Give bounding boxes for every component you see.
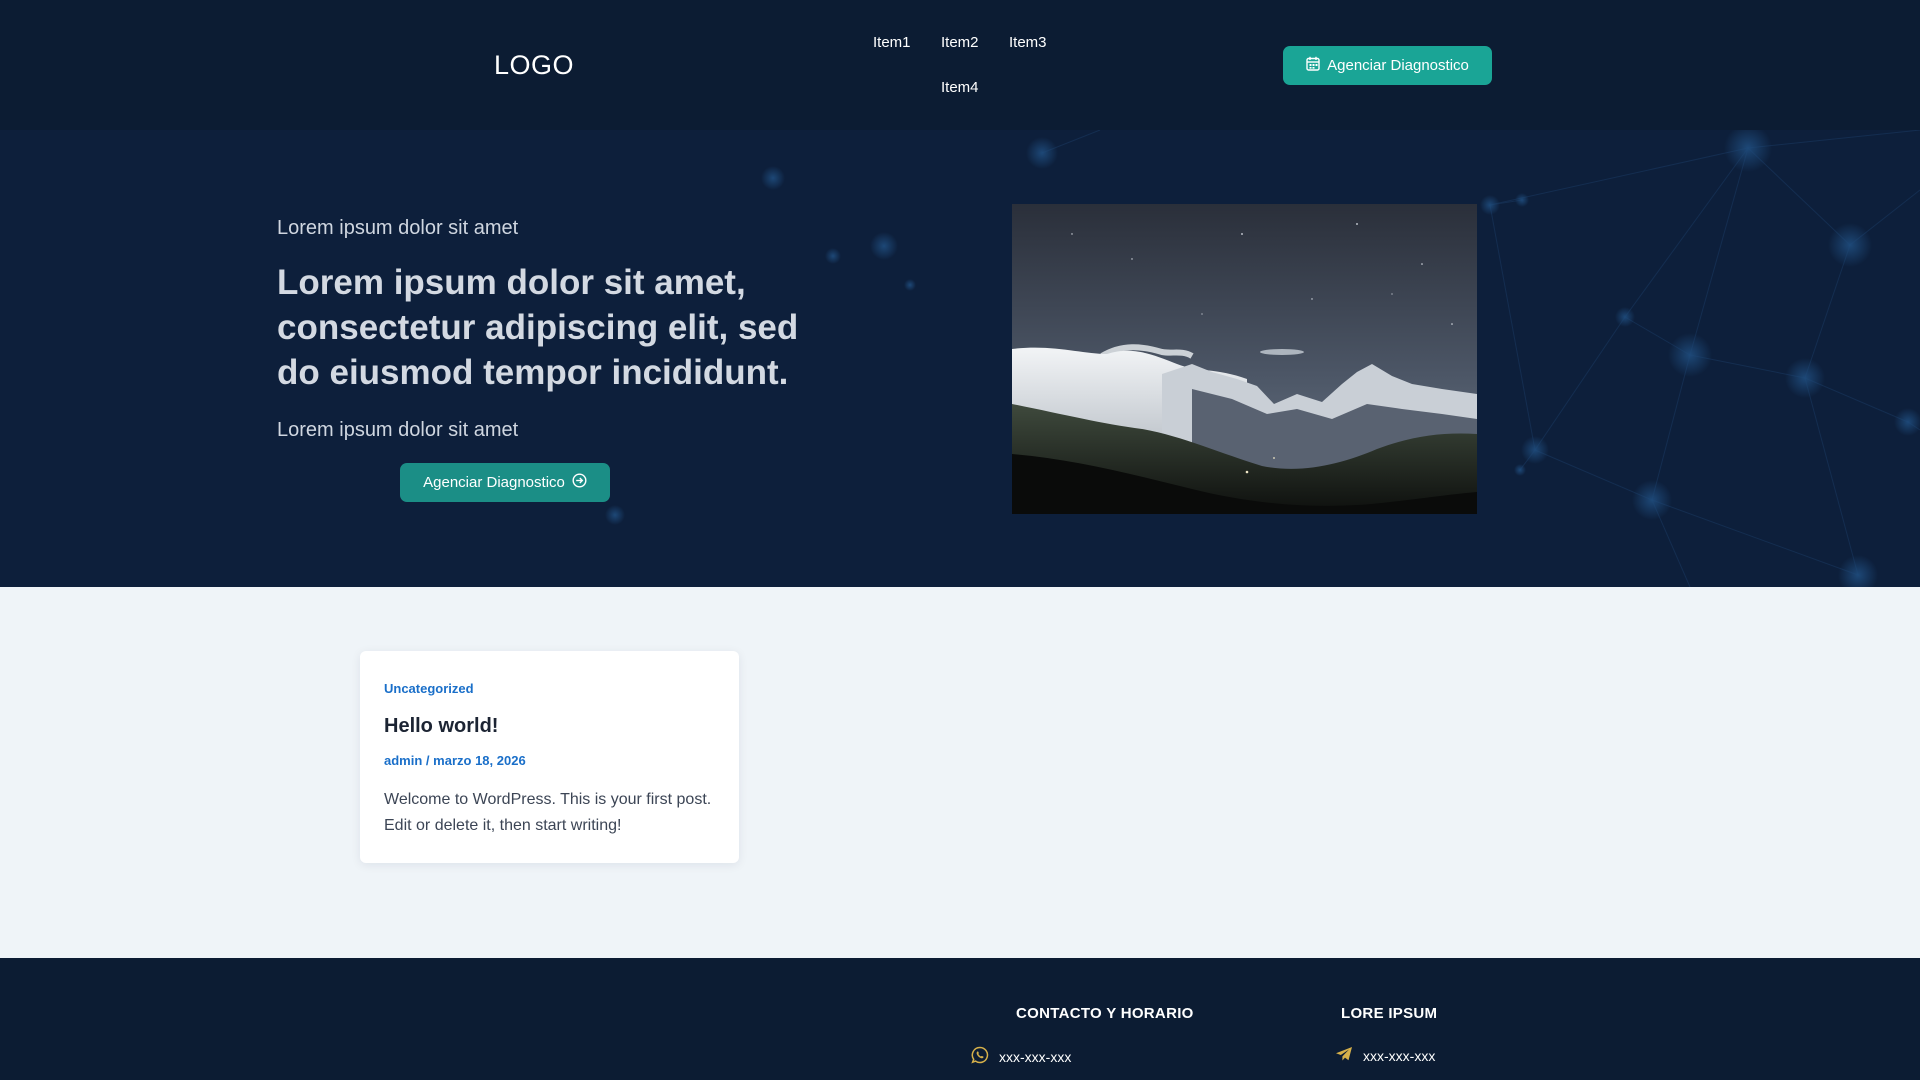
site-header: LOGO Item1 Item2 Item3 Item4 Agenciar Di…: [0, 0, 1920, 130]
post-title-link[interactable]: Hello world!: [384, 715, 498, 738]
hero-diagnostico-button[interactable]: Agenciar Diagnostico: [400, 463, 610, 502]
calendar-icon: [1306, 56, 1320, 75]
nav-item-2[interactable]: Item2: [941, 34, 979, 51]
footer-contact-heading: CONTACTO Y HORARIO: [1016, 1005, 1194, 1022]
footer-lore-heading: LORE IPSUM: [1341, 1005, 1438, 1022]
post-date-link[interactable]: marzo 18, 2026: [433, 753, 526, 768]
footer-contact-phone-text: xxx-xxx-xxx: [999, 1048, 1072, 1065]
hero-subtitle: Lorem ipsum dolor sit amet: [277, 419, 519, 441]
footer-contact-phone[interactable]: xxx-xxx-xxx: [971, 1046, 1071, 1067]
post-category-link[interactable]: Uncategorized: [384, 681, 474, 696]
post-excerpt: Welcome to WordPress. This is your first…: [384, 791, 712, 834]
header-diagnostico-button[interactable]: Agenciar Diagnostico: [1283, 46, 1492, 85]
site-logo[interactable]: LOGO: [494, 50, 574, 81]
nav-item-4[interactable]: Item4: [941, 79, 979, 96]
whatsapp-icon: [971, 1046, 989, 1067]
post-meta-separator: /: [425, 753, 430, 768]
post-card: Uncategorized Hello world! admin / marzo…: [360, 651, 739, 863]
hero-title: Lorem ipsum dolor sit amet, consectetur …: [277, 263, 799, 392]
hero-diagnostico-label: Agenciar Diagnostico: [423, 474, 565, 491]
hero-mountain-image: [1012, 204, 1477, 514]
footer-lore-phone-text: xxx-xxx-xxx: [1363, 1047, 1436, 1064]
arrow-circle-right-icon: [572, 473, 587, 492]
site-footer: CONTACTO Y HORARIO xxx-xxx-xxx LORE IPSU…: [0, 958, 1920, 1080]
telegram-icon: [1335, 1046, 1353, 1065]
hero-eyebrow: Lorem ipsum dolor sit amet: [277, 217, 519, 239]
nav-item-1[interactable]: Item1: [873, 34, 911, 51]
nav-item-3[interactable]: Item3: [1009, 34, 1047, 51]
header-diagnostico-label: Agenciar Diagnostico: [1327, 57, 1469, 74]
post-meta: admin / marzo 18, 2026: [384, 753, 526, 768]
post-author-link[interactable]: admin: [384, 753, 422, 768]
footer-lore-phone[interactable]: xxx-xxx-xxx: [1335, 1046, 1435, 1065]
hero-section: Lorem ipsum dolor sit amet Lorem ipsum d…: [0, 130, 1920, 587]
